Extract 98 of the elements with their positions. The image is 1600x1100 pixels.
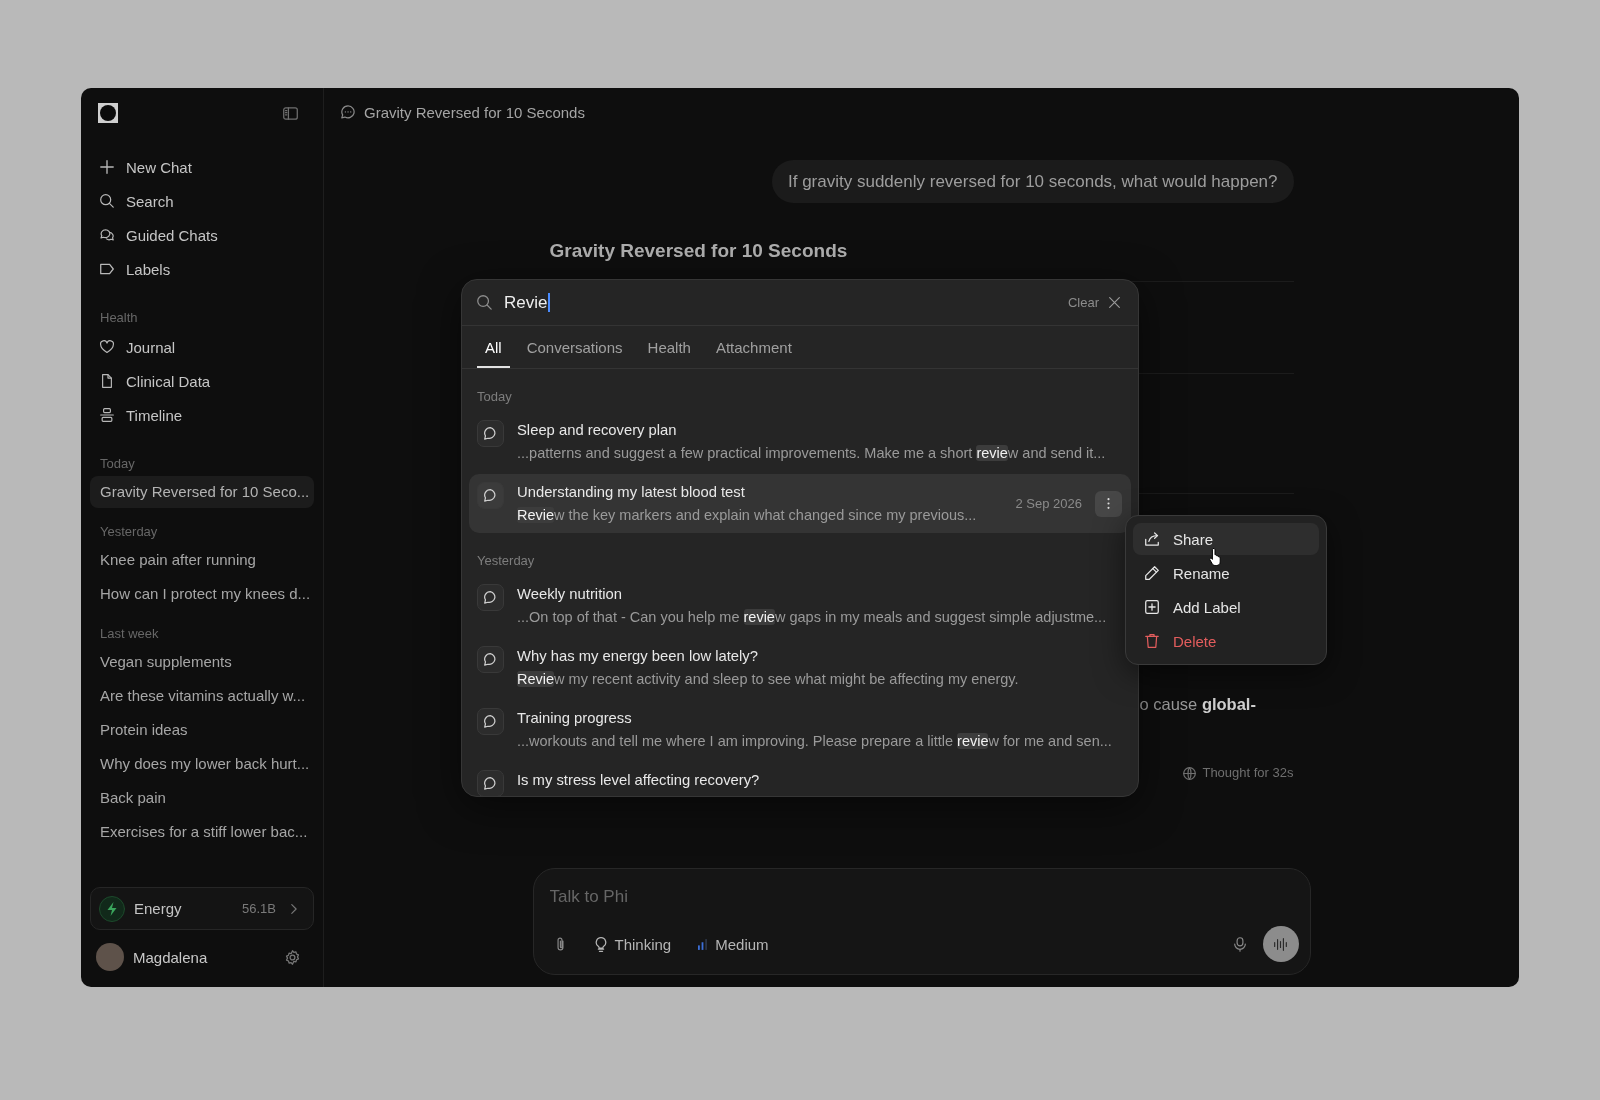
menu-item[interactable]: Share bbox=[1133, 523, 1319, 555]
plus-square-icon bbox=[1145, 600, 1159, 614]
waveform-icon bbox=[1274, 937, 1287, 951]
user-name: Magdalena bbox=[133, 948, 209, 966]
chat-bubble-icon bbox=[477, 584, 504, 611]
logo-icon bbox=[98, 103, 118, 123]
sidebar-toggle-icon[interactable] bbox=[283, 106, 298, 120]
energy-value: 56.1B bbox=[242, 901, 276, 916]
result-snippet: Review the key markers and explain what changed since my previous... bbox=[517, 506, 978, 525]
document-icon bbox=[100, 374, 114, 388]
search-result[interactable]: Why has my energy been low lately? Review my recent activity and sleep to see what might be affecting my energy. bbox=[469, 638, 1131, 697]
chat-history-item[interactable]: Exercises for a stiff lower bac... bbox=[90, 816, 314, 848]
chat-bubbles-icon bbox=[100, 228, 114, 242]
chat-bubble-icon bbox=[477, 420, 504, 447]
clear-button[interactable]: Clear bbox=[1067, 295, 1099, 310]
section-label: Yesterday bbox=[99, 523, 159, 541]
stacked-blocks-icon bbox=[100, 408, 114, 422]
result-snippet: ...workouts and tell me where I am improving. Please prepare a little review for me and sen... bbox=[517, 732, 1113, 751]
hand-cursor-icon bbox=[1209, 548, 1221, 566]
search-icon bbox=[477, 295, 492, 310]
lightning-icon bbox=[99, 895, 125, 922]
search-input[interactable]: Revie bbox=[504, 288, 1056, 317]
search-result[interactable]: Training progress ...workouts and tell me where I am improving. Please prepare a little review for me and sen... bbox=[469, 700, 1131, 759]
sidebar-nav-item[interactable]: Journal bbox=[90, 330, 314, 364]
energy-card[interactable]: Energy 56.1B bbox=[90, 887, 314, 930]
chat-bubble-icon bbox=[477, 646, 504, 673]
paperclip-icon[interactable] bbox=[555, 936, 565, 952]
result-title: Sleep and recovery plan bbox=[517, 421, 678, 440]
group-label: Today bbox=[476, 388, 513, 406]
filter-tab[interactable]: Conversations bbox=[518, 326, 631, 368]
result-snippet: ...patterns and suggest a few practical improvements. Make me a short review and send it... bbox=[517, 444, 1107, 463]
filter-tab[interactable]: All bbox=[477, 326, 510, 368]
composer-panel[interactable]: Talk to Phi Thinking Medium bbox=[532, 868, 1311, 975]
chat-history-item[interactable]: Vegan supplements bbox=[90, 646, 314, 678]
filter-tab[interactable]: Attachment bbox=[707, 326, 800, 368]
voice-button[interactable] bbox=[1262, 926, 1299, 962]
menu-item[interactable]: Rename bbox=[1133, 557, 1319, 589]
result-snippet: Review my recent activity and sleep to see what might be affecting my energy. bbox=[517, 670, 1020, 689]
chat-title: Gravity Reversed for 10 Seconds bbox=[364, 103, 585, 121]
sidebar-nav-item[interactable]: Labels bbox=[90, 252, 314, 286]
search-result[interactable]: Weekly nutrition ...On top of that - Can you help me review gaps in my meals and suggest simple adjustme... bbox=[469, 576, 1131, 635]
vertical-dots-icon bbox=[1107, 498, 1110, 509]
thinking-button[interactable]: Thinking bbox=[594, 935, 672, 953]
sidebar-nav-item[interactable]: Clinical Data bbox=[90, 364, 314, 398]
menu-item[interactable]: Add Label bbox=[1133, 591, 1319, 623]
chat-history-item[interactable]: Protein ideas bbox=[90, 714, 314, 746]
sidebar-nav-item[interactable]: Guided Chats bbox=[90, 218, 314, 252]
pencil-icon bbox=[1145, 566, 1159, 580]
search-result[interactable]: Sleep and recovery plan ...patterns and suggest a few practical improvements. Make me a short review and send it... bbox=[469, 412, 1131, 471]
chat-bubble-icon bbox=[341, 105, 355, 119]
group-label: Yesterday bbox=[476, 552, 536, 570]
answer-heading: Gravity Reversed for 10 Seconds bbox=[549, 239, 848, 263]
chat-history-item[interactable]: Knee pain after running bbox=[90, 544, 314, 576]
chat-history-item[interactable]: Why does my lower back hurt... bbox=[90, 748, 314, 780]
chat-history-item[interactable]: How can I protect my knees d... bbox=[90, 578, 314, 610]
message-input[interactable]: Talk to Phi bbox=[549, 869, 1299, 924]
section-label: Last week bbox=[99, 625, 160, 643]
result-title: Why has my energy been low lately? bbox=[517, 647, 759, 666]
bar-chart-icon bbox=[698, 938, 708, 950]
close-icon[interactable] bbox=[1109, 297, 1120, 308]
result-snippet: ...On top of that - Can you help me review gaps in my meals and suggest simple adjustme... bbox=[517, 608, 1108, 627]
globe-icon bbox=[1183, 766, 1197, 780]
section-label: Today bbox=[99, 455, 136, 473]
chat-bubble-icon bbox=[477, 482, 504, 509]
effort-button[interactable]: Medium bbox=[698, 935, 769, 953]
tag-icon bbox=[100, 262, 114, 276]
lightbulb-icon bbox=[594, 936, 607, 952]
menu-item[interactable]: Delete bbox=[1133, 625, 1319, 657]
result-title: Training progress bbox=[517, 709, 633, 728]
trash-icon bbox=[1145, 634, 1159, 648]
section-label: Health bbox=[99, 309, 139, 327]
avatar-placeholder bbox=[96, 943, 124, 971]
sidebar-nav-item[interactable]: Timeline bbox=[90, 398, 314, 432]
search-result[interactable]: Is my stress level affecting recovery? bbox=[469, 762, 1131, 796]
sidebar-nav-item[interactable]: New Chat bbox=[90, 150, 314, 184]
thought-duration: Thought for 32s bbox=[1202, 764, 1294, 782]
more-options-button[interactable] bbox=[1095, 490, 1122, 517]
chat-history-item[interactable]: Gravity Reversed for 10 Seco... bbox=[90, 476, 314, 508]
search-icon bbox=[100, 194, 114, 208]
search-result[interactable]: Understanding my latest blood test Review the key markers and explain what changed since my previous... 2 Sep 2026 bbox=[469, 474, 1131, 533]
chat-history-item[interactable]: Are these vitamins actually w... bbox=[90, 680, 314, 712]
chat-history-item[interactable]: Back pain bbox=[90, 782, 314, 814]
filter-tab[interactable]: Health bbox=[639, 326, 699, 368]
user-message-bubble: If gravity suddenly reversed for 10 seconds, what would happen? bbox=[772, 160, 1294, 203]
microphone-icon[interactable] bbox=[1233, 936, 1246, 952]
chevron-right-icon bbox=[291, 903, 297, 914]
plus-icon bbox=[100, 160, 114, 174]
share-icon bbox=[1145, 532, 1159, 546]
answer-text: o cause global- bbox=[1139, 694, 1256, 715]
settings-icon[interactable] bbox=[285, 949, 300, 965]
result-title: Understanding my latest blood test bbox=[517, 483, 746, 502]
sidebar-nav-item[interactable]: Search bbox=[90, 184, 314, 218]
result-date: 2 Sep 2026 bbox=[1015, 496, 1082, 511]
result-title: Is my stress level affecting recovery? bbox=[517, 771, 761, 790]
heart-icon bbox=[100, 340, 114, 354]
result-title: Weekly nutrition bbox=[517, 585, 623, 604]
energy-label: Energy bbox=[134, 900, 183, 917]
chat-bubble-icon bbox=[477, 708, 504, 735]
